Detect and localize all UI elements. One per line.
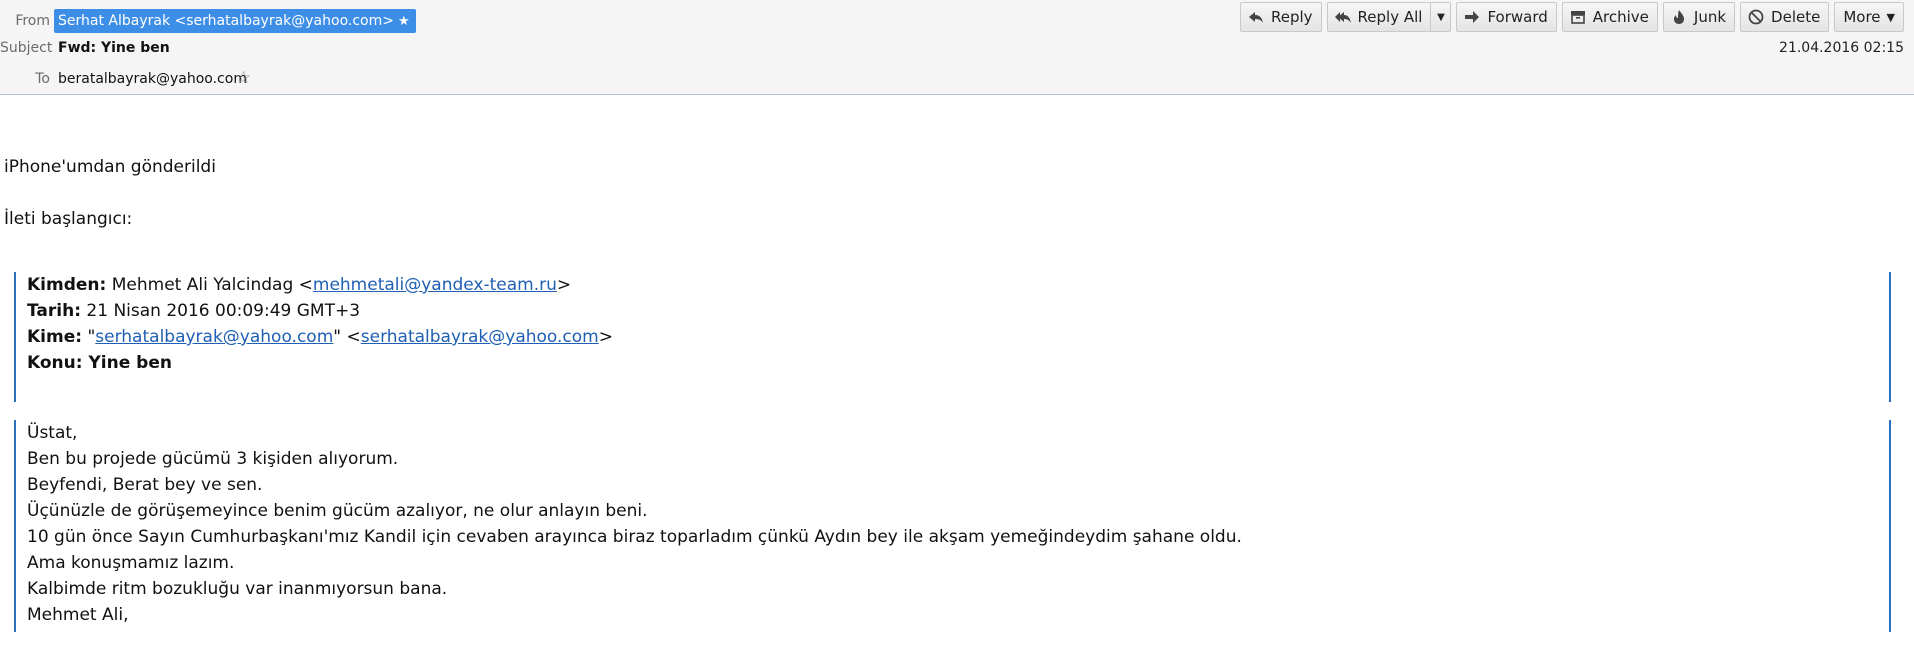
archive-icon [1569,8,1587,26]
junk-label: Junk [1693,8,1727,26]
star-outline-icon[interactable]: ☆ [236,68,251,88]
message-line: Üstat, [27,423,78,443]
meta-to-email-link-2[interactable]: serhatalbayrak@yahoo.com [361,327,599,347]
meta-subject-value: Yine ben [82,353,172,373]
from-label: From [15,13,50,29]
forwarded-message-block: Üstat, Ben bu projede gücümü 3 kişiden a… [14,420,1891,632]
to-label: To [35,71,50,87]
reply-button[interactable]: Reply [1239,2,1322,32]
message-line: Mehmet Ali, [27,605,129,625]
meta-to-email-link-1[interactable]: serhatalbayrak@yahoo.com [95,327,333,347]
meta-to-key: Kime: [27,327,83,347]
meta-from-close: > [556,275,572,295]
meta-date-line: Tarih: 21 Nisan 2016 00:09:49 GMT+3 [27,298,1889,324]
message-date: 21.04.2016 02:15 [1779,40,1904,56]
sent-from-line: iPhone'umdan gönderildi [4,157,216,177]
junk-button[interactable]: Junk [1662,2,1736,32]
meta-from-email-link[interactable]: mehmetali@yandex-team.ru [313,275,557,295]
reply-all-icon [1334,8,1352,26]
from-address-chip[interactable]: Serhat Albayrak <serhatalbayrak@yahoo.co… [54,9,416,33]
message-body: iPhone'umdan gönderildi İleti başlangıcı… [0,95,1914,667]
forward-intro: İleti başlangıcı: [4,209,133,229]
star-filled-icon[interactable]: ★ [398,14,410,29]
reply-label: Reply [1270,8,1313,26]
meta-subject-key: Konu: [27,353,83,373]
meta-from-line: Kimden: Mehmet Ali Yalcindag <mehmetali@… [27,272,1889,298]
meta-to-close: > [598,327,613,347]
archive-button[interactable]: Archive [1561,2,1658,32]
meta-to-quote-close: " < [333,327,361,347]
reply-all-dropdown[interactable]: ▼ [1431,2,1452,32]
delete-icon [1747,8,1765,26]
message-line: Ben bu projede gücümü 3 kişiden alıyorum… [27,449,399,469]
more-label: More [1843,8,1881,26]
reply-icon [1247,8,1265,26]
meta-from-name: Mehmet Ali Yalcindag < [106,275,313,295]
to-address[interactable]: beratalbayrak@yahoo.com [58,71,247,87]
meta-subject-line: Konu: Yine ben [27,350,1889,376]
meta-to-line: Kime: "serhatalbayrak@yahoo.com" <serhat… [27,324,1889,350]
delete-button[interactable]: Delete [1740,2,1830,32]
message-line: 10 gün önce Sayın Cumhurbaşkanı'mız Kand… [27,527,1242,547]
subject-value: Fwd: Yine ben [58,40,170,56]
reply-all-split: Reply All ▼ [1326,2,1452,32]
more-button[interactable]: More ▼ [1834,2,1904,32]
message-line: Üçünüzle de görüşemeyince benim gücüm az… [27,501,648,521]
meta-from-key: Kimden: [27,275,107,295]
from-address: Serhat Albayrak <serhatalbayrak@yahoo.co… [58,13,394,29]
reply-all-label: Reply All [1357,8,1423,26]
message-line: Ama konuşmamız lazım. [27,553,235,573]
message-toolbar: Reply Reply All ▼ Forward Archive Junk D… [1239,2,1904,32]
meta-date-key: Tarih: [27,301,81,321]
chevron-down-icon: ▼ [1886,10,1895,24]
message-header: From Serhat Albayrak <serhatalbayrak@yah… [0,0,1914,95]
forward-button[interactable]: Forward [1456,2,1557,32]
delete-label: Delete [1771,8,1821,26]
archive-label: Archive [1592,8,1649,26]
forward-label: Forward [1487,8,1548,26]
flame-icon [1670,8,1688,26]
chevron-down-icon: ▼ [1437,11,1445,23]
meta-date-value: 21 Nisan 2016 00:09:49 GMT+3 [81,301,361,321]
message-line: Beyfendi, Berat bey ve sen. [27,475,263,495]
message-line: Kalbimde ritm bozukluğu var inanmıyorsun… [27,579,448,599]
forwarded-meta-block: Kimden: Mehmet Ali Yalcindag <mehmetali@… [14,272,1891,402]
subject-label: Subject [0,40,53,56]
reply-all-button[interactable]: Reply All [1326,2,1432,32]
forward-icon [1463,8,1481,26]
meta-to-quote-open: " [82,327,96,347]
